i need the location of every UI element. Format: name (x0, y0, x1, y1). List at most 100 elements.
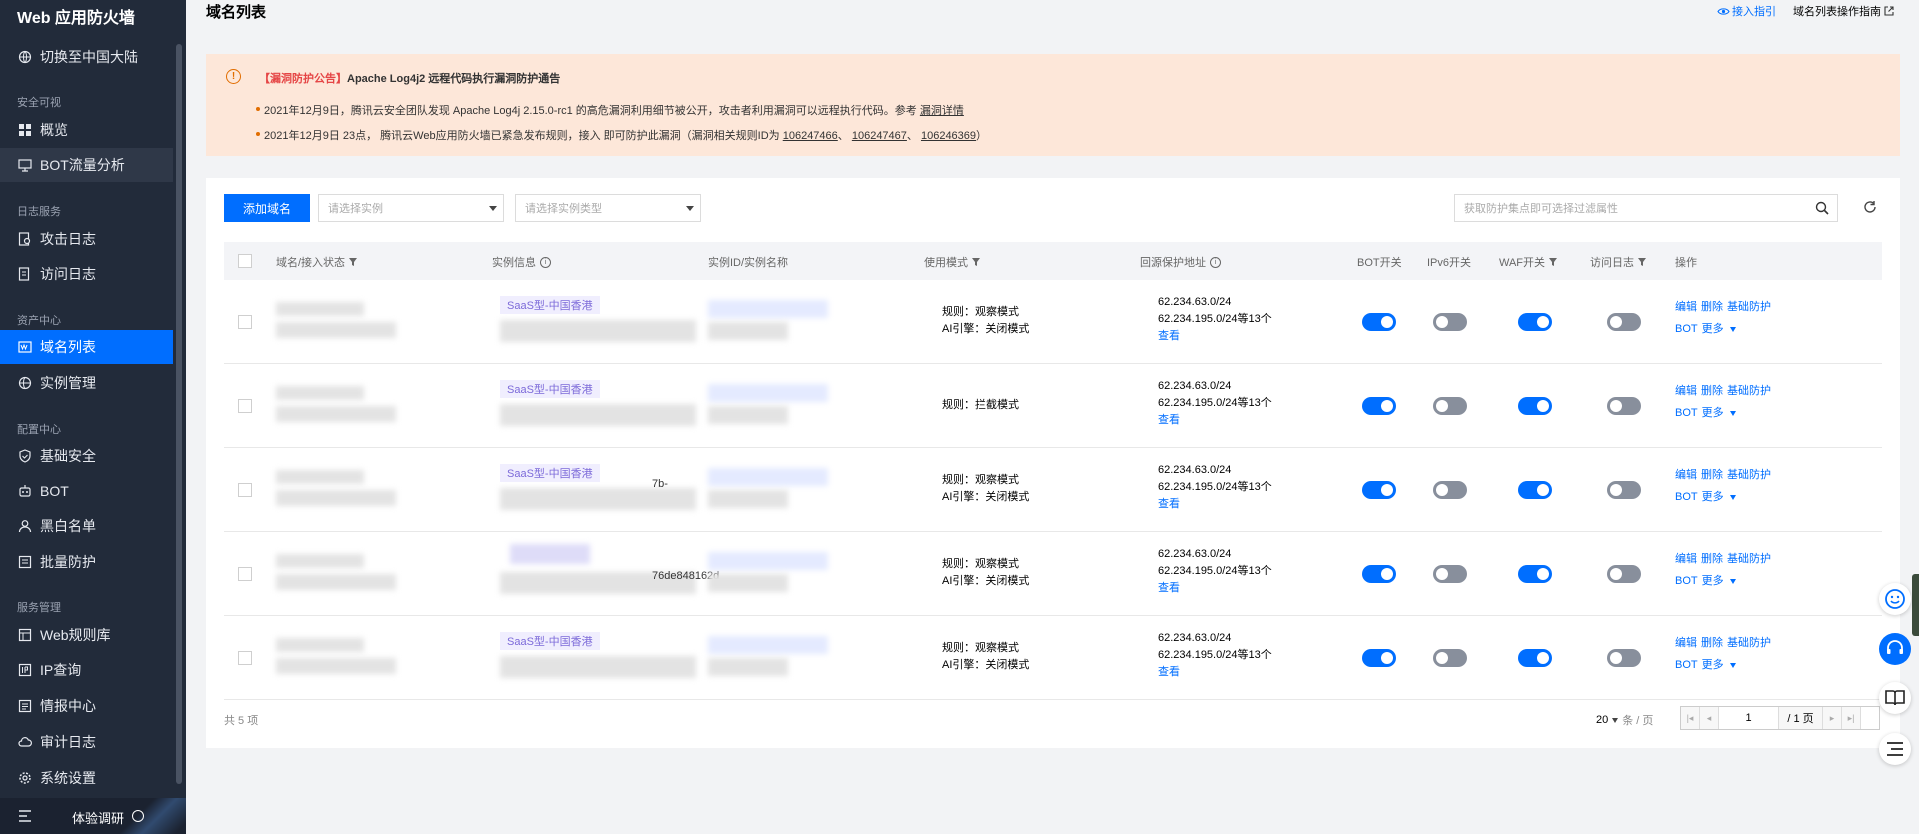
rule-id-link[interactable]: 106246369 (921, 130, 976, 142)
waf-toggle[interactable] (1518, 481, 1552, 499)
bot-link[interactable]: BOT (1675, 323, 1698, 335)
bot-link[interactable]: BOT (1675, 659, 1698, 671)
waf-toggle[interactable] (1518, 397, 1552, 415)
sidebar-item-access-log[interactable]: 访问日志 (0, 257, 173, 291)
bot-toggle[interactable] (1362, 649, 1396, 667)
sidebar-item-bot-traffic[interactable]: BOT流量分析 (0, 148, 173, 182)
search-icon[interactable] (1815, 201, 1829, 215)
row-checkbox[interactable] (238, 399, 252, 413)
sidebar-item-system-settings[interactable]: 系统设置 (0, 761, 173, 795)
access-log-toggle[interactable] (1607, 565, 1641, 583)
basic-protection-link[interactable]: 基础防护 (1727, 469, 1771, 481)
list-menu-button[interactable] (1879, 733, 1911, 765)
last-page-button[interactable]: ▸| (1842, 707, 1861, 729)
filter-icon[interactable] (972, 258, 980, 266)
delete-link[interactable]: 删除 (1701, 469, 1723, 481)
access-log-toggle[interactable] (1607, 313, 1641, 331)
page-number-input[interactable]: 1 (1719, 707, 1779, 729)
bot-link[interactable]: BOT (1675, 575, 1698, 587)
side-handle[interactable] (1912, 574, 1919, 636)
basic-protection-link[interactable]: 基础防护 (1727, 637, 1771, 649)
collapse-menu-icon[interactable] (18, 810, 32, 822)
filter-icon[interactable] (1638, 258, 1646, 266)
sidebar-item-overview[interactable]: 概览 (0, 113, 173, 147)
access-log-toggle[interactable] (1607, 397, 1641, 415)
row-checkbox[interactable] (238, 567, 252, 581)
delete-link[interactable]: 删除 (1701, 553, 1723, 565)
sidebar-item-bot[interactable]: BOT (0, 474, 173, 508)
bot-toggle[interactable] (1362, 565, 1396, 583)
ipv6-toggle[interactable] (1433, 565, 1467, 583)
bot-toggle[interactable] (1362, 313, 1396, 331)
more-dropdown[interactable]: 更多 (1702, 659, 1740, 671)
delete-link[interactable]: 删除 (1701, 301, 1723, 313)
prev-page-button[interactable]: ◂ (1700, 707, 1719, 729)
rule-id-link[interactable]: 106247466 (783, 130, 838, 142)
delete-link[interactable]: 删除 (1701, 637, 1723, 649)
sidebar-item-intel-center[interactable]: 情报中心 (0, 689, 173, 723)
assistant-button[interactable] (1879, 583, 1911, 615)
instance-select[interactable]: 请选择实例 (318, 194, 504, 222)
row-checkbox[interactable] (238, 651, 252, 665)
waf-toggle[interactable] (1518, 565, 1552, 583)
ipv6-toggle[interactable] (1433, 313, 1467, 331)
more-dropdown[interactable]: 更多 (1702, 407, 1740, 419)
row-checkbox[interactable] (238, 483, 252, 497)
trial-survey-link[interactable]: 体验调研 (72, 808, 124, 827)
row-checkbox[interactable] (238, 315, 252, 329)
ipv6-toggle[interactable] (1433, 481, 1467, 499)
access-guide-link[interactable]: 接入指引 (1717, 3, 1776, 19)
sidebar-item-web-rules[interactable]: Web规则库 (0, 618, 173, 652)
add-domain-button[interactable]: 添加域名 (224, 194, 310, 222)
switch-region-button[interactable]: 切换至中国大陆 (0, 40, 173, 74)
basic-protection-link[interactable]: 基础防护 (1727, 553, 1771, 565)
view-link[interactable]: 查看 (1158, 328, 1272, 345)
basic-protection-link[interactable]: 基础防护 (1727, 385, 1771, 397)
select-all-checkbox[interactable] (238, 254, 252, 268)
bot-link[interactable]: BOT (1675, 407, 1698, 419)
sidebar-item-instance-management[interactable]: 实例管理 (0, 366, 173, 400)
search-input[interactable]: 获取防护集点即可选择过滤属性 (1454, 194, 1838, 222)
sidebar-item-domain-list[interactable]: 域名列表 (0, 330, 173, 364)
view-link[interactable]: 查看 (1158, 580, 1272, 597)
view-link[interactable]: 查看 (1158, 496, 1272, 513)
more-dropdown[interactable]: 更多 (1702, 491, 1740, 503)
edit-link[interactable]: 编辑 (1675, 301, 1697, 313)
first-page-button[interactable]: |◂ (1681, 707, 1700, 729)
sidebar-item-black-white-list[interactable]: 黑白名单 (0, 509, 173, 543)
filter-icon[interactable] (1549, 258, 1558, 266)
refresh-icon[interactable] (1863, 200, 1877, 214)
waf-toggle[interactable] (1518, 313, 1552, 331)
bot-toggle[interactable] (1362, 481, 1396, 499)
view-link[interactable]: 查看 (1158, 412, 1272, 429)
ipv6-toggle[interactable] (1433, 397, 1467, 415)
vulnerability-detail-link[interactable]: 漏洞详情 (920, 105, 964, 117)
sidebar-scrollbar[interactable] (176, 44, 182, 784)
sidebar-item-batch-protection[interactable]: 批量防护 (0, 545, 173, 579)
next-page-button[interactable]: ▸ (1823, 707, 1842, 729)
sidebar-item-attack-log[interactable]: 攻击日志 (0, 222, 173, 256)
info-icon[interactable]: i (540, 256, 551, 268)
edit-link[interactable]: 编辑 (1675, 385, 1697, 397)
page-size-select[interactable]: 20 条 / 页 (1596, 712, 1653, 728)
more-dropdown[interactable]: 更多 (1702, 323, 1740, 335)
sidebar-item-basic-security[interactable]: 基础安全 (0, 439, 173, 473)
customer-service-button[interactable] (1879, 633, 1911, 665)
edit-link[interactable]: 编辑 (1675, 637, 1697, 649)
basic-protection-link[interactable]: 基础防护 (1727, 301, 1771, 313)
access-log-toggle[interactable] (1607, 481, 1641, 499)
delete-link[interactable]: 删除 (1701, 385, 1723, 397)
bot-link[interactable]: BOT (1675, 491, 1698, 503)
more-dropdown[interactable]: 更多 (1702, 575, 1740, 587)
operation-guide-link[interactable]: 域名列表操作指南 (1793, 3, 1894, 19)
view-link[interactable]: 查看 (1158, 664, 1272, 681)
instance-type-select[interactable]: 请选择实例类型 (515, 194, 701, 222)
docs-button[interactable] (1879, 682, 1911, 714)
edit-link[interactable]: 编辑 (1675, 553, 1697, 565)
rule-id-link[interactable]: 106247467 (852, 130, 907, 142)
access-log-toggle[interactable] (1607, 649, 1641, 667)
sidebar-item-audit-log[interactable]: 审计日志 (0, 725, 173, 759)
edit-link[interactable]: 编辑 (1675, 469, 1697, 481)
info-icon[interactable]: i (1210, 256, 1221, 268)
filter-icon[interactable] (349, 258, 358, 266)
